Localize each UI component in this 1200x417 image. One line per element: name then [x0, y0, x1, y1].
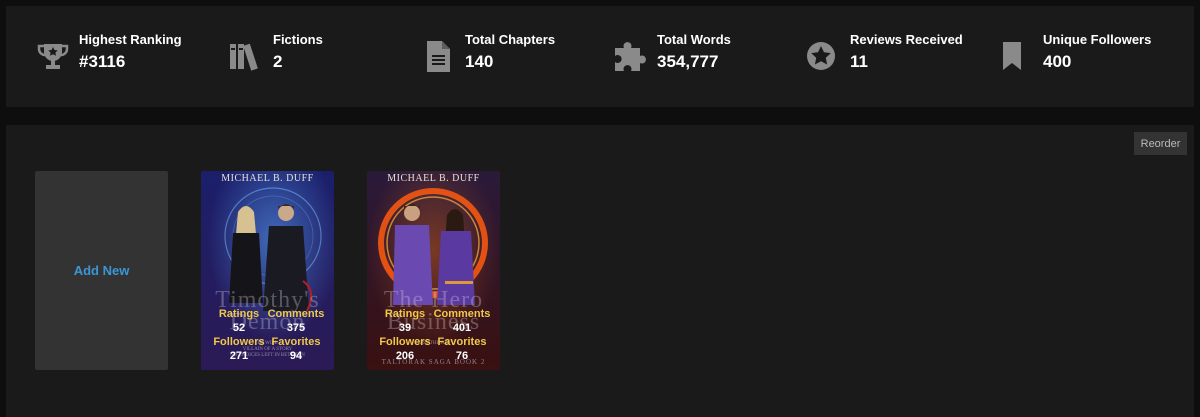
comments-label: Comments — [267, 308, 325, 320]
trophy-icon — [37, 44, 69, 69]
stat-value: 400 — [1043, 52, 1072, 71]
comments-count: 401 — [452, 322, 472, 334]
stat-label: Reviews Received — [850, 32, 963, 47]
ratings-count: 39 — [398, 322, 412, 334]
stat-value: 11 — [850, 52, 868, 71]
add-new-button[interactable]: Add New — [35, 171, 168, 370]
document-icon — [427, 41, 450, 72]
books-icon — [230, 43, 258, 71]
ratings-count: 52 — [232, 322, 246, 334]
comments-label: Comments — [433, 308, 491, 320]
stat-label: Total Chapters — [465, 32, 556, 47]
fiction-card[interactable]: MICHAEL B. DUFF The Hero Business JUST T… — [367, 171, 500, 370]
puzzle-icon — [615, 42, 646, 71]
followers-count: 206 — [395, 350, 415, 362]
stat-label: Highest Ranking — [79, 32, 182, 47]
stat-value: 140 — [465, 52, 494, 71]
followers-label: Followers — [379, 336, 431, 348]
add-new-label: Add New — [73, 263, 130, 278]
fiction-card[interactable]: MICHAEL B. DUFF Timothy's Demon HE WILL … — [201, 171, 334, 370]
ratings-label: Ratings — [218, 308, 260, 320]
bookmark-icon — [1003, 42, 1021, 70]
star-icon — [807, 42, 835, 70]
stat-label: Fictions — [273, 32, 323, 47]
reorder-button[interactable]: Reorder — [1134, 132, 1187, 155]
stat-value: 354,777 — [657, 52, 719, 71]
fictions-panel — [6, 125, 1194, 417]
stat-label: Total Words — [657, 32, 731, 47]
followers-count: 271 — [229, 350, 249, 362]
cover-author: MICHAEL B. DUFF — [387, 173, 480, 184]
favorites-label: Favorites — [271, 336, 321, 348]
favorites-label: Favorites — [437, 336, 487, 348]
followers-label: Followers — [213, 336, 265, 348]
stat-value: #3116 — [79, 52, 126, 71]
cover-author: MICHAEL B. DUFF — [221, 173, 314, 184]
comments-count: 375 — [286, 322, 306, 334]
stat-value: 2 — [273, 52, 283, 71]
favorites-count: 76 — [455, 350, 469, 362]
stat-label: Unique Followers — [1043, 32, 1152, 47]
favorites-count: 94 — [289, 350, 303, 362]
ratings-label: Ratings — [384, 308, 426, 320]
